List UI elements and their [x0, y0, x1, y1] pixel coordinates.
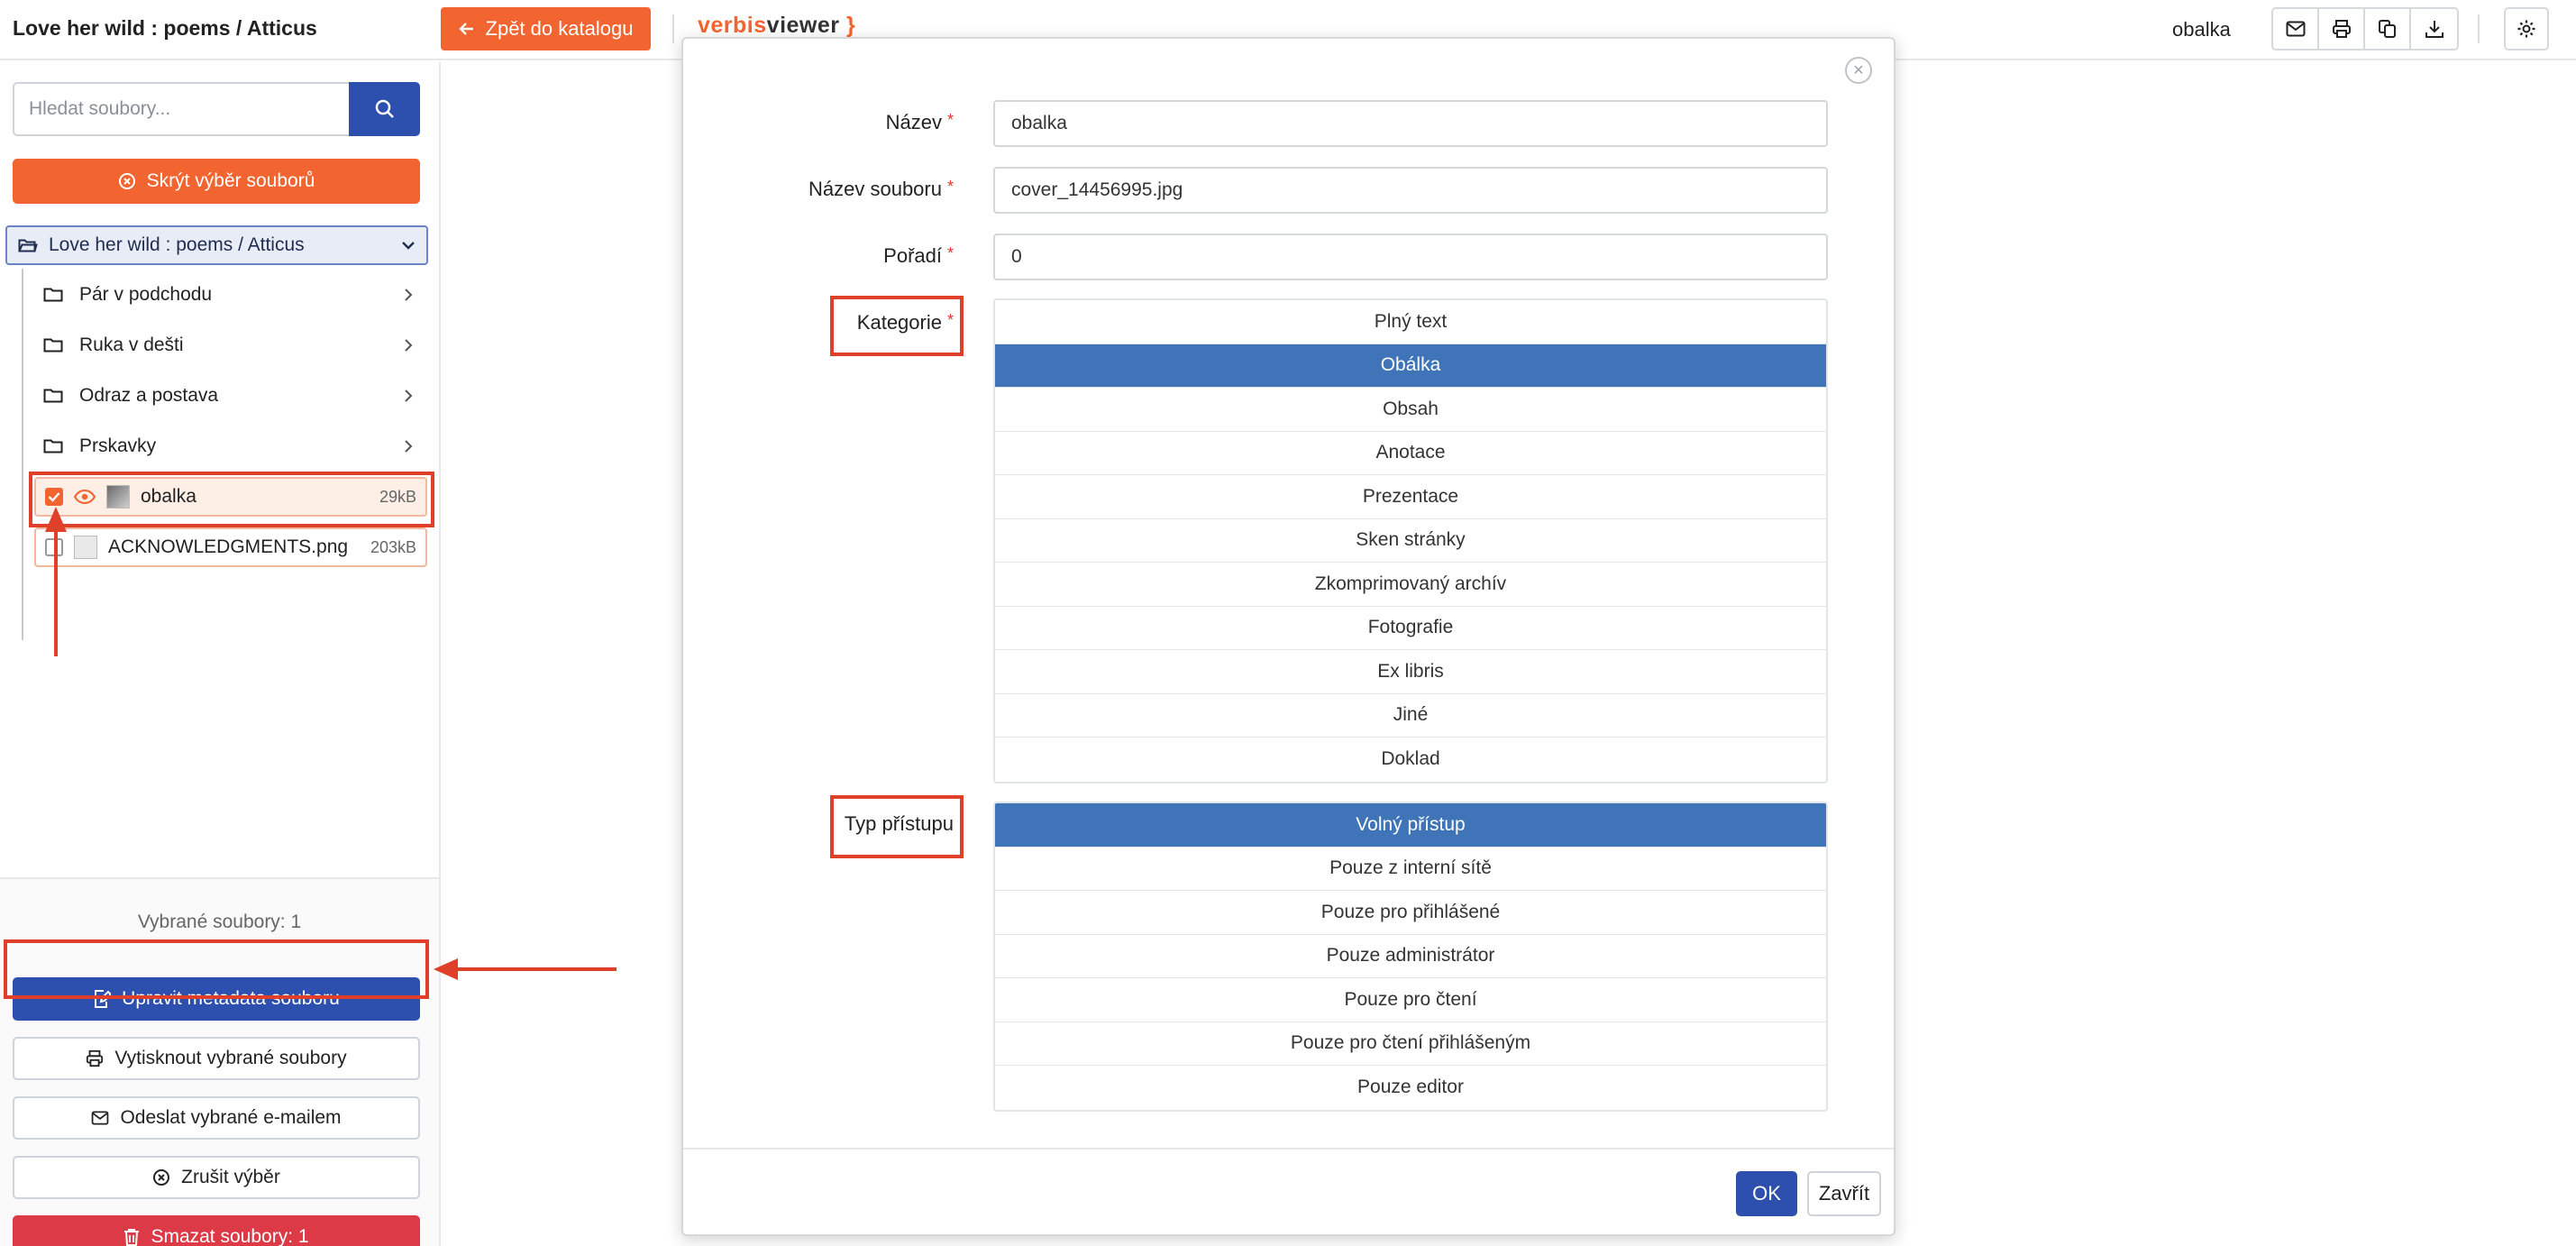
annotation-arrows: [45, 507, 617, 980]
arrow-up-annotation: [45, 507, 67, 656]
arrow-left-annotation: [434, 958, 617, 980]
